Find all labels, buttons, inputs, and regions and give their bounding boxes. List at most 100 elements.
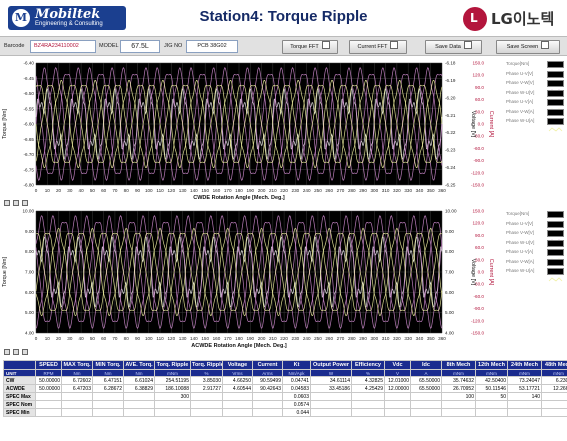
checkbox-icon[interactable] (390, 41, 399, 49)
legend-swatch (547, 230, 564, 244)
x-tick-label: 50 (90, 336, 96, 341)
table-cell: 26.70952 (441, 384, 476, 393)
table-cell: 4.32825 (351, 376, 385, 385)
checkbox-icon[interactable] (321, 41, 330, 49)
legend-swatch-line (548, 127, 563, 132)
table-cell (252, 392, 283, 401)
table-cell: 50 (475, 392, 508, 401)
table-cell: 42.50400 (475, 376, 508, 385)
cursor-tool-icon[interactable] (22, 349, 28, 355)
y3-tick-label: -6.24 (445, 165, 456, 170)
column-header: Idc (410, 360, 442, 370)
legend-label: Phase W-U[A] (506, 118, 535, 123)
x-tick-label: 190 (246, 188, 254, 193)
save-screen-button[interactable]: Save Screen (496, 40, 560, 54)
table-cell (441, 408, 476, 417)
table-cell: 2.91727 (190, 384, 223, 393)
table-cell: 33.45186 (310, 384, 352, 393)
checkbox-icon[interactable] (541, 41, 550, 49)
table-cell (351, 408, 385, 417)
x-tick-label: 10 (45, 188, 51, 193)
table-cell (384, 408, 411, 417)
y3-tick-label: 5.00 (445, 310, 454, 315)
save-data-button[interactable]: Save Data (425, 40, 482, 54)
column-header: MIN Torq. (92, 360, 124, 370)
legend-swatch (547, 118, 564, 132)
table-cell (123, 392, 155, 401)
table-cell: 0.044 (282, 408, 311, 417)
table-row: SPEC Nom 0.0574 (3, 400, 567, 409)
table-cell (35, 408, 62, 417)
table-cell: 0.04741 (282, 376, 311, 385)
unit-row-label: UNIT (3, 369, 36, 377)
legend-label: Phase U-V[V] (506, 220, 534, 226)
table-row: SPEC Max3000.06031005014050 (3, 392, 567, 401)
column-unit: % (351, 369, 385, 377)
table-cell (190, 400, 223, 409)
pan-tool-icon[interactable] (13, 349, 19, 355)
current-fft-button[interactable]: Current FFT (349, 40, 407, 54)
legend-swatch (547, 220, 564, 235)
table-cell (507, 408, 542, 417)
table-cell (222, 392, 253, 401)
torque-fft-button[interactable]: Torque FFT (282, 40, 338, 54)
row-label: SPEC Max (3, 392, 36, 401)
barcode-field[interactable]: BZ4RA234110002 (30, 40, 96, 53)
legend-item: Phase V-W[V] (506, 79, 567, 94)
lg-logo-icon: L (463, 7, 487, 31)
x-tick-label: 340 (416, 188, 424, 193)
x-tick-label: 150 (201, 336, 209, 341)
x-axis-label: ACWDE Rotation Angle [Mech. Deg.] (191, 343, 287, 348)
table-cell: 12.00000 (384, 384, 411, 393)
table-cell (310, 408, 352, 417)
model-field[interactable]: 67.5L (120, 40, 160, 53)
column-header: Current (252, 360, 283, 370)
y-tick-label: -6.60 (24, 122, 35, 127)
x-tick-label: 90 (135, 336, 141, 341)
brand-name: LG이노텍 (491, 10, 555, 28)
y2-tick-label: 0.0 (478, 122, 485, 127)
column-unit: mNm (541, 369, 567, 377)
y2-tick-label: 60.0 (475, 245, 484, 250)
table-cell: 0.04583 (282, 384, 311, 393)
legend-item: Torque[Nm] (506, 60, 567, 75)
y-tick-label: -6.65 (24, 137, 35, 142)
table-cell (92, 392, 124, 401)
x-tick-label: 310 (382, 336, 390, 341)
legend-swatch (547, 211, 564, 225)
x-tick-label: 240 (303, 336, 311, 341)
legend-item: Torque[Nm] (506, 210, 567, 225)
legend-swatch (547, 258, 564, 273)
y2-tick-label: -60.0 (474, 146, 485, 151)
x-tick-label: 180 (235, 336, 243, 341)
y2-tick-label: 120.0 (473, 221, 485, 226)
table-cell (92, 408, 124, 417)
table-cell (35, 400, 62, 409)
table-cell: 6.61024 (123, 376, 155, 385)
table-cell (384, 392, 411, 401)
x-tick-label: 290 (359, 336, 367, 341)
table-cell (222, 408, 253, 417)
x-tick-label: 330 (404, 188, 412, 193)
y-tick-label: 8.00 (25, 249, 34, 254)
y-tick-label: 4.00 (25, 331, 34, 336)
legend-item: Phase U-V[A] (506, 248, 567, 263)
x-tick-label: 130 (179, 336, 187, 341)
row-label: SPEC Min (3, 408, 36, 417)
table-cell: 6.47203 (61, 384, 93, 393)
table-cell: 254.51195 (154, 376, 191, 385)
checkbox-icon[interactable] (463, 41, 472, 49)
column-unit: mNm (154, 369, 191, 377)
legend-label: Torque[Nm] (506, 61, 530, 66)
legend-item: Phase V-W[V] (506, 229, 567, 244)
table-cell: 50.00000 (35, 376, 62, 385)
x-tick-label: 120 (167, 336, 175, 341)
zoom-tool-icon[interactable] (4, 349, 10, 355)
table-cell (507, 400, 542, 409)
table-cell: 12.01000 (384, 376, 411, 385)
legend-item: Phase U-V[A] (506, 98, 567, 113)
y-tick-label: -6.40 (24, 61, 35, 66)
table-cell (310, 400, 352, 409)
jig-field[interactable]: PCB 38G02 (186, 40, 238, 53)
x-tick-label: 20 (56, 336, 62, 341)
